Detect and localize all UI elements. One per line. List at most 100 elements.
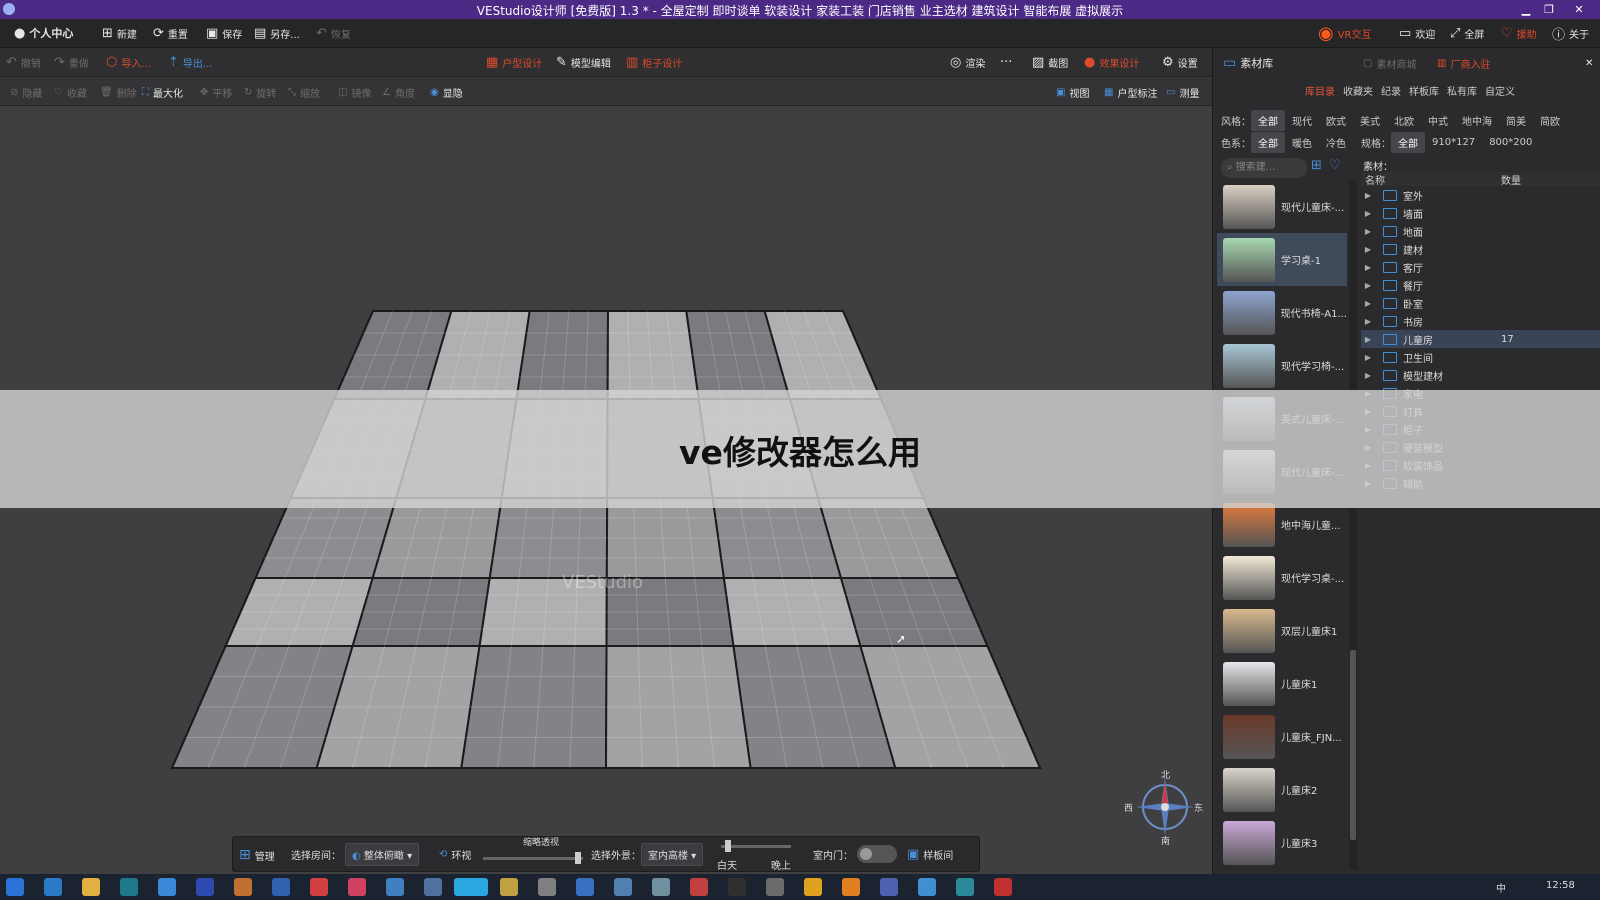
import-button[interactable]: ⬡ 导入... — [106, 53, 151, 71]
undo-button[interactable]: ↶ 撤销 — [6, 53, 41, 71]
illustrator-icon[interactable] — [842, 878, 860, 896]
filter-chip[interactable]: 冷色 — [1319, 132, 1353, 153]
export-button[interactable]: ⇡ 导出... — [168, 53, 212, 71]
start-icon[interactable] — [6, 878, 24, 896]
render-button[interactable]: ◎ 渲染 — [950, 53, 985, 71]
thumbnail-scrollbar-thumb[interactable] — [1350, 650, 1356, 840]
app-icon[interactable] — [424, 878, 442, 896]
material-item[interactable]: 学习桌-1 — [1217, 233, 1347, 286]
floorplan-design-button[interactable]: ▦ 户型设计 — [486, 53, 542, 71]
app-icon[interactable] — [272, 878, 290, 896]
app-icon[interactable] — [538, 878, 556, 896]
tree-row[interactable]: ▶ 卫生间 — [1361, 348, 1600, 366]
orbit-button[interactable]: ⟲ 环视 — [439, 847, 471, 862]
manage-button[interactable]: ⊞ 管理 — [239, 847, 275, 863]
library-tab[interactable]: 自定义 — [1485, 83, 1515, 98]
library-tab[interactable]: 纪录 — [1381, 83, 1401, 98]
exterior-select-box[interactable]: 室内高楼 ▾ — [641, 843, 704, 866]
more-button[interactable]: ··· — [1000, 53, 1012, 71]
perspective-slider-handle[interactable] — [575, 852, 581, 864]
redo-button[interactable]: ↷ 重做 — [54, 53, 89, 71]
mirror-button[interactable]: ◫ 镜像 — [338, 83, 371, 101]
filter-chip[interactable]: 800*200 — [1482, 134, 1539, 151]
expand-arrow-icon[interactable]: ▶ — [1361, 245, 1375, 254]
welcome-button[interactable]: ▭ 欢迎 — [1399, 24, 1435, 42]
filter-chip[interactable]: 910*127 — [1425, 134, 1482, 151]
tree-row[interactable]: ▶ 地面 — [1361, 222, 1600, 240]
restore-button[interactable]: ❐ — [1538, 0, 1560, 19]
material-item[interactable]: 儿童床1 — [1217, 657, 1347, 710]
app-icon[interactable] — [766, 878, 784, 896]
move-button[interactable]: ✥ 平移 — [200, 83, 232, 101]
tree-row[interactable]: ▶ 墙面 — [1361, 204, 1600, 222]
app-icon[interactable] — [386, 878, 404, 896]
exterior-select[interactable]: 室内高楼 ▾ — [641, 843, 704, 866]
material-item[interactable]: 现代书椅-A1... — [1217, 286, 1347, 339]
tree-row[interactable]: ▶ 室外 — [1361, 186, 1600, 204]
photoshop-icon[interactable] — [196, 878, 214, 896]
about-button[interactable]: ⓘ 关于 — [1552, 24, 1589, 43]
indoor-door-switch[interactable] — [857, 845, 897, 863]
library-tab[interactable]: 样板库 — [1409, 83, 1439, 98]
settings-button[interactable]: ⚙ 设置 — [1162, 53, 1198, 71]
app-icon[interactable] — [994, 878, 1012, 896]
tree-row[interactable]: ▶ 客厅 — [1361, 258, 1600, 276]
filter-chip[interactable]: 简欧 — [1533, 110, 1567, 131]
expand-arrow-icon[interactable]: ▶ — [1361, 353, 1375, 362]
fullscreen-button[interactable]: ⤢ 全屏 — [1450, 24, 1484, 42]
app-icon[interactable] — [652, 878, 670, 896]
app-icon[interactable] — [880, 878, 898, 896]
panel-close-button[interactable]: ✕ — [1585, 54, 1593, 72]
user-center-button[interactable]: ● 个人中心 — [14, 24, 73, 42]
chrome-icon[interactable] — [158, 878, 176, 896]
browser-icon[interactable] — [44, 878, 62, 896]
terminal-icon[interactable] — [120, 878, 138, 896]
library-tab[interactable]: 收藏夹 — [1343, 83, 1373, 98]
material-item[interactable]: 双层儿童床1 — [1217, 604, 1347, 657]
filter-chip[interactable]: 全部 — [1391, 132, 1425, 153]
template-room-button[interactable]: ▣ 样板间 — [907, 847, 953, 862]
material-item[interactable]: 儿童床_FJN... — [1217, 710, 1347, 763]
filter-chip[interactable]: 地中海 — [1455, 110, 1499, 131]
measure-button[interactable]: ▭ 测量 — [1166, 83, 1199, 101]
tree-row[interactable]: ▶ 儿童房 17 — [1361, 330, 1600, 348]
model-edit-button[interactable]: ✎ 模型编辑 — [556, 53, 611, 71]
tree-row[interactable]: ▶ 卧室 — [1361, 294, 1600, 312]
tree-row[interactable]: ▶ 书房 — [1361, 312, 1600, 330]
clock[interactable]: 12:58 — [1546, 880, 1575, 891]
restore-menu-button[interactable]: ↶ 恢复 — [316, 24, 351, 42]
minimize-button[interactable]: ▁ — [1515, 0, 1537, 19]
expand-arrow-icon[interactable]: ▶ — [1361, 371, 1375, 380]
scale-button[interactable]: ⤡ 缩放 — [288, 83, 320, 101]
material-item[interactable]: 现代学习椅-... — [1217, 339, 1347, 392]
expand-arrow-icon[interactable]: ▶ — [1361, 191, 1375, 200]
room-select[interactable]: ◐ 整体俯瞰 ▾ — [345, 843, 420, 866]
material-shop-button[interactable]: ▢ 素材商城 — [1363, 54, 1416, 72]
perspective-slider[interactable] — [483, 852, 583, 864]
angle-button[interactable]: ∠ 角度 — [382, 83, 415, 101]
app-icon[interactable] — [576, 878, 594, 896]
app-icon[interactable] — [348, 878, 366, 896]
expand-arrow-icon[interactable]: ▶ — [1361, 299, 1375, 308]
expand-arrow-icon[interactable]: ▶ — [1361, 317, 1375, 326]
material-item[interactable]: 儿童床3 — [1217, 816, 1347, 869]
app-icon[interactable] — [918, 878, 936, 896]
expand-arrow-icon[interactable]: ▶ — [1361, 209, 1375, 218]
app-icon[interactable] — [956, 878, 974, 896]
app-icon[interactable] — [234, 878, 252, 896]
thumbnail-scrollbar[interactable] — [1349, 180, 1357, 870]
rotate-button[interactable]: ↻ 旋转 — [244, 83, 276, 101]
filter-chip[interactable]: 现代 — [1285, 110, 1319, 131]
filter-chip[interactable]: 全部 — [1251, 132, 1285, 153]
expand-arrow-icon[interactable]: ▶ — [1361, 227, 1375, 236]
filter-chip[interactable]: 全部 — [1251, 110, 1285, 131]
effect-design-button[interactable]: ● 效果设计 — [1084, 53, 1139, 71]
floor-mark-button[interactable]: ▦ 户型标注 — [1104, 83, 1157, 101]
app-icon[interactable] — [728, 878, 746, 896]
material-item[interactable]: 现代学习桌-... — [1217, 551, 1347, 604]
tree-row[interactable]: ▶ 建材 — [1361, 240, 1600, 258]
ime-indicator[interactable]: 中 — [1496, 880, 1506, 895]
filter-chip[interactable]: 简美 — [1499, 110, 1533, 131]
close-button[interactable]: ✕ — [1568, 0, 1590, 19]
app-icon[interactable] — [500, 878, 518, 896]
